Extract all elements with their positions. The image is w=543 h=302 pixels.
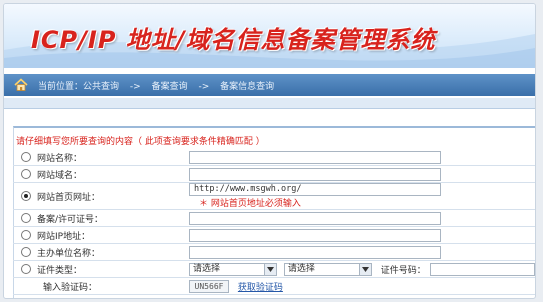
label-site-name: 网站名称： [37,153,83,164]
label-ip-address: 网站IP地址： [37,231,91,242]
label-domain: 网站域名： [37,170,83,181]
form-row-license-number: 备案/许可证号： [13,209,535,227]
label-organizer: 主办单位名称： [37,248,101,259]
breadcrumb-item-record-query[interactable]: 备案查询 [152,82,188,92]
query-notice: 请仔细填写您所要查询的内容（ 此项查询要求条件精确匹配 ） [16,137,265,147]
app-header: ICP/IP 地址/域名信息备案管理系统 [4,4,535,68]
organizer-input[interactable] [189,245,441,259]
ip-address-input[interactable] [189,228,441,242]
app-title: ICP/IP 地址/域名信息备案管理系统 [31,26,436,54]
homepage-required-hint: ＊ 网站首页地址必须输入 [199,199,301,209]
label-homepage-url: 网站首页网址： [37,192,101,203]
chevron-down-icon [358,263,371,275]
radio-site-name[interactable] [21,152,31,162]
radio-organizer[interactable] [21,247,31,257]
form-row-ip-address: 网站IP地址： [13,226,535,244]
domain-input[interactable] [189,167,441,181]
sub-toolbar [4,98,535,109]
radio-homepage-url[interactable] [21,191,31,201]
site-name-input[interactable] [189,150,441,164]
home-icon[interactable] [14,78,28,92]
label-captcha: 输入验证码： [43,282,98,293]
form-row-site-name: 网站名称： [13,149,535,166]
certificate-type-select-1[interactable]: 请选择 [189,262,277,276]
page-frame: ICP/IP 地址/域名信息备案管理系统 当前位置：公共查询 -> 备案查询 -… [3,3,536,299]
breadcrumb-separator: -> [129,81,141,92]
license-number-input[interactable] [189,211,441,225]
form-row-domain: 网站域名： [13,165,535,183]
breadcrumb-item-record-info-query: 备案信息查询 [220,81,275,92]
certificate-number-input[interactable] [429,262,535,276]
breadcrumb: 当前位置：公共查询 -> 备案查询 -> 备案信息查询 [4,74,535,96]
chevron-down-icon [264,263,276,275]
form-row-captcha: 输入验证码： UN566F 获取验证码 [13,277,535,295]
radio-ip-address[interactable] [21,230,31,240]
form-row-homepage-url: 网站首页网址： http://www.msgwh.org/ ＊ 网站首页地址必须… [13,182,535,210]
form-row-certificate: 证件类型： 请选择 请选择 证件号码： [13,260,535,278]
form-row-organizer: 主办单位名称： [13,243,535,261]
label-certificate-type: 证件类型： [37,265,83,276]
captcha-input[interactable]: UN566F [189,279,229,293]
breadcrumb-current-location: 当前位置：公共查询 [38,81,120,92]
get-captcha-link[interactable]: 获取验证码 [238,283,283,293]
label-license-number: 备案/许可证号： [37,214,104,225]
radio-domain[interactable] [21,169,31,179]
radio-license-number[interactable] [21,213,31,223]
certificate-type-select-2[interactable]: 请选择 [283,262,372,276]
label-certificate-number: 证件号码： [380,265,426,276]
query-form: 网站名称： 网站域名： 网站首页网址： http://www.msgwh.org… [13,149,535,295]
breadcrumb-separator: -> [198,81,210,92]
radio-certificate[interactable] [21,264,31,274]
certificate-type-select-2-value: 请选择 [287,263,315,274]
certificate-type-select-1-value: 请选择 [193,263,221,274]
homepage-url-input[interactable]: http://www.msgwh.org/ [189,183,441,196]
